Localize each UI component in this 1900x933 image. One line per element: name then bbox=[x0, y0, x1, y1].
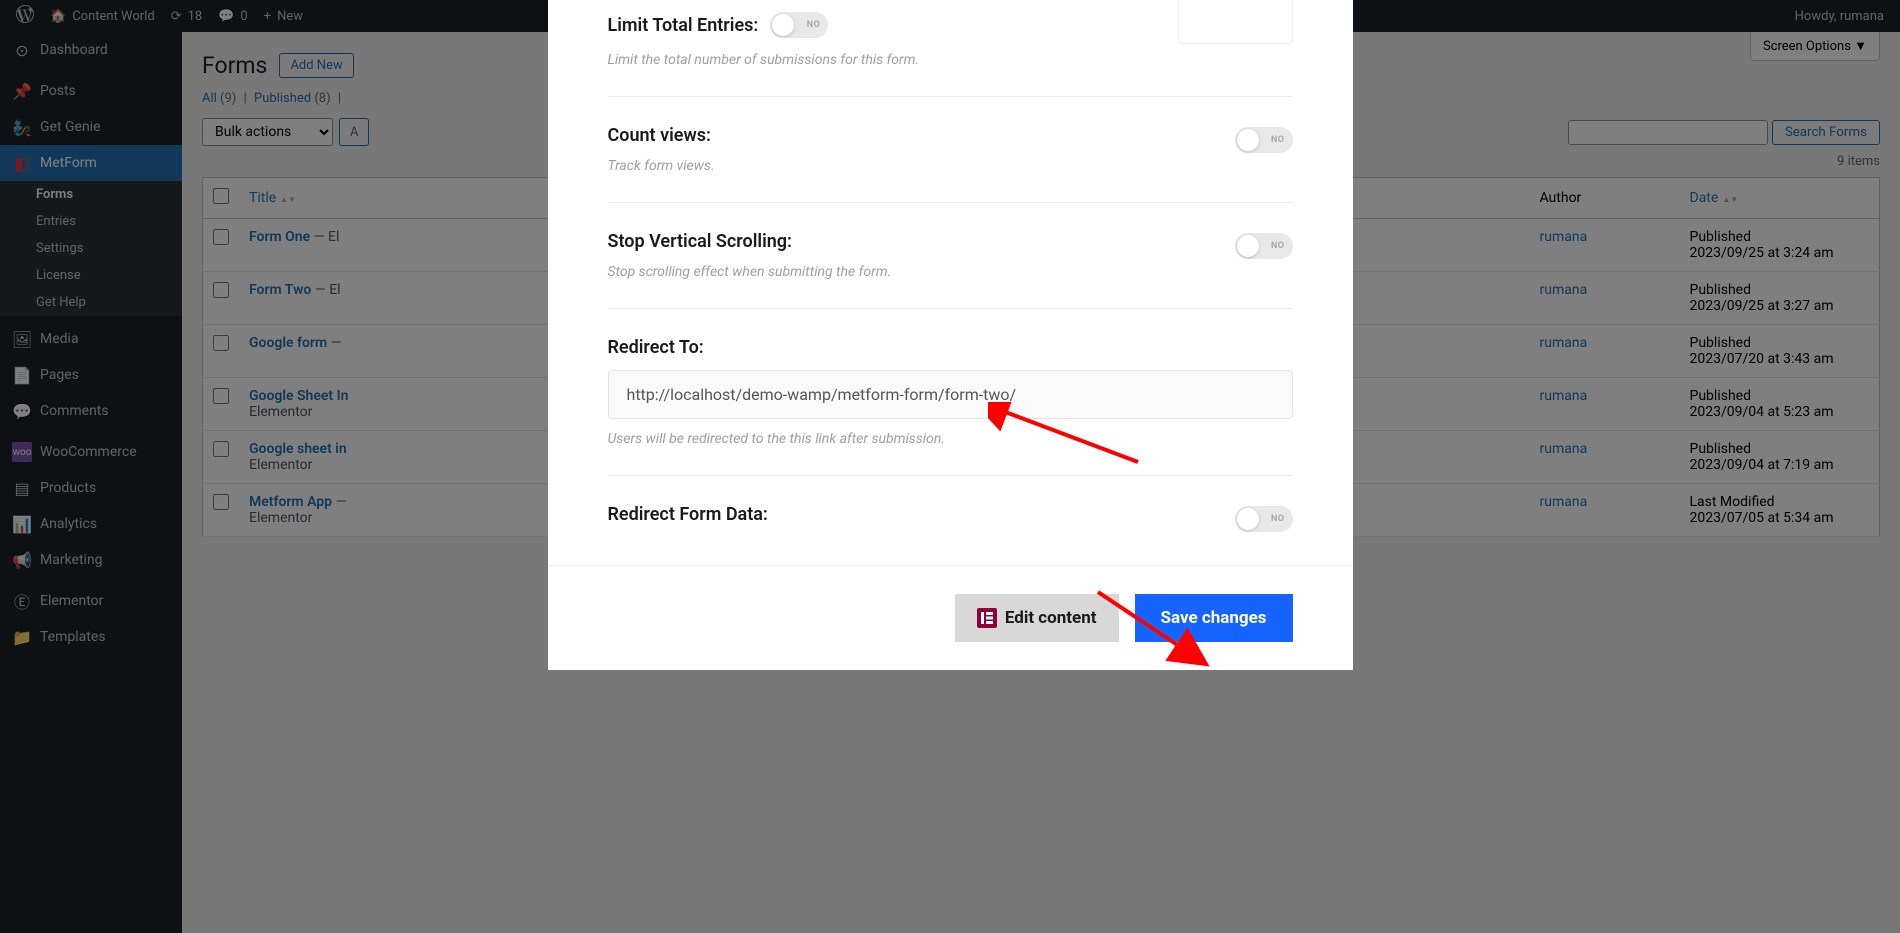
field-count-views: Count views: Track form views. NO bbox=[608, 97, 1293, 203]
limit-entries-toggle[interactable]: NO bbox=[770, 12, 828, 38]
field-stop-scrolling: Stop Vertical Scrolling: Stop scrolling … bbox=[608, 203, 1293, 309]
field-redirect-to: Redirect To: Users will be redirected to… bbox=[608, 309, 1293, 476]
save-changes-button[interactable]: Save changes bbox=[1135, 594, 1293, 642]
redirect-to-desc: Users will be redirected to the this lin… bbox=[608, 431, 1293, 447]
stop-scrolling-toggle[interactable]: NO bbox=[1235, 233, 1293, 259]
redirect-to-label: Redirect To: bbox=[608, 337, 1293, 358]
count-views-toggle[interactable]: NO bbox=[1235, 127, 1293, 153]
modal-overlay: Limit Total Entries: NO Limit the total … bbox=[0, 0, 1900, 933]
elementor-badge-icon bbox=[977, 608, 997, 628]
limit-entries-desc: Limit the total number of submissions fo… bbox=[608, 52, 1293, 68]
redirect-to-input[interactable] bbox=[608, 370, 1293, 419]
stop-scrolling-desc: Stop scrolling effect when submitting th… bbox=[608, 264, 1293, 280]
count-views-desc: Track form views. bbox=[608, 158, 1293, 174]
redirect-data-label: Redirect Form Data: bbox=[608, 504, 1293, 525]
stop-scrolling-label: Stop Vertical Scrolling: bbox=[608, 231, 1293, 252]
edit-content-button[interactable]: Edit content bbox=[955, 594, 1119, 642]
field-limit-entries: Limit Total Entries: NO Limit the total … bbox=[608, 0, 1293, 97]
count-views-label: Count views: bbox=[608, 125, 1293, 146]
modal-footer: Edit content Save changes bbox=[548, 565, 1353, 670]
redirect-data-toggle[interactable]: NO bbox=[1235, 506, 1293, 532]
limit-entries-label: Limit Total Entries: bbox=[608, 15, 759, 36]
field-redirect-data: Redirect Form Data: NO bbox=[608, 476, 1293, 565]
modal-dialog: Limit Total Entries: NO Limit the total … bbox=[548, 0, 1353, 670]
